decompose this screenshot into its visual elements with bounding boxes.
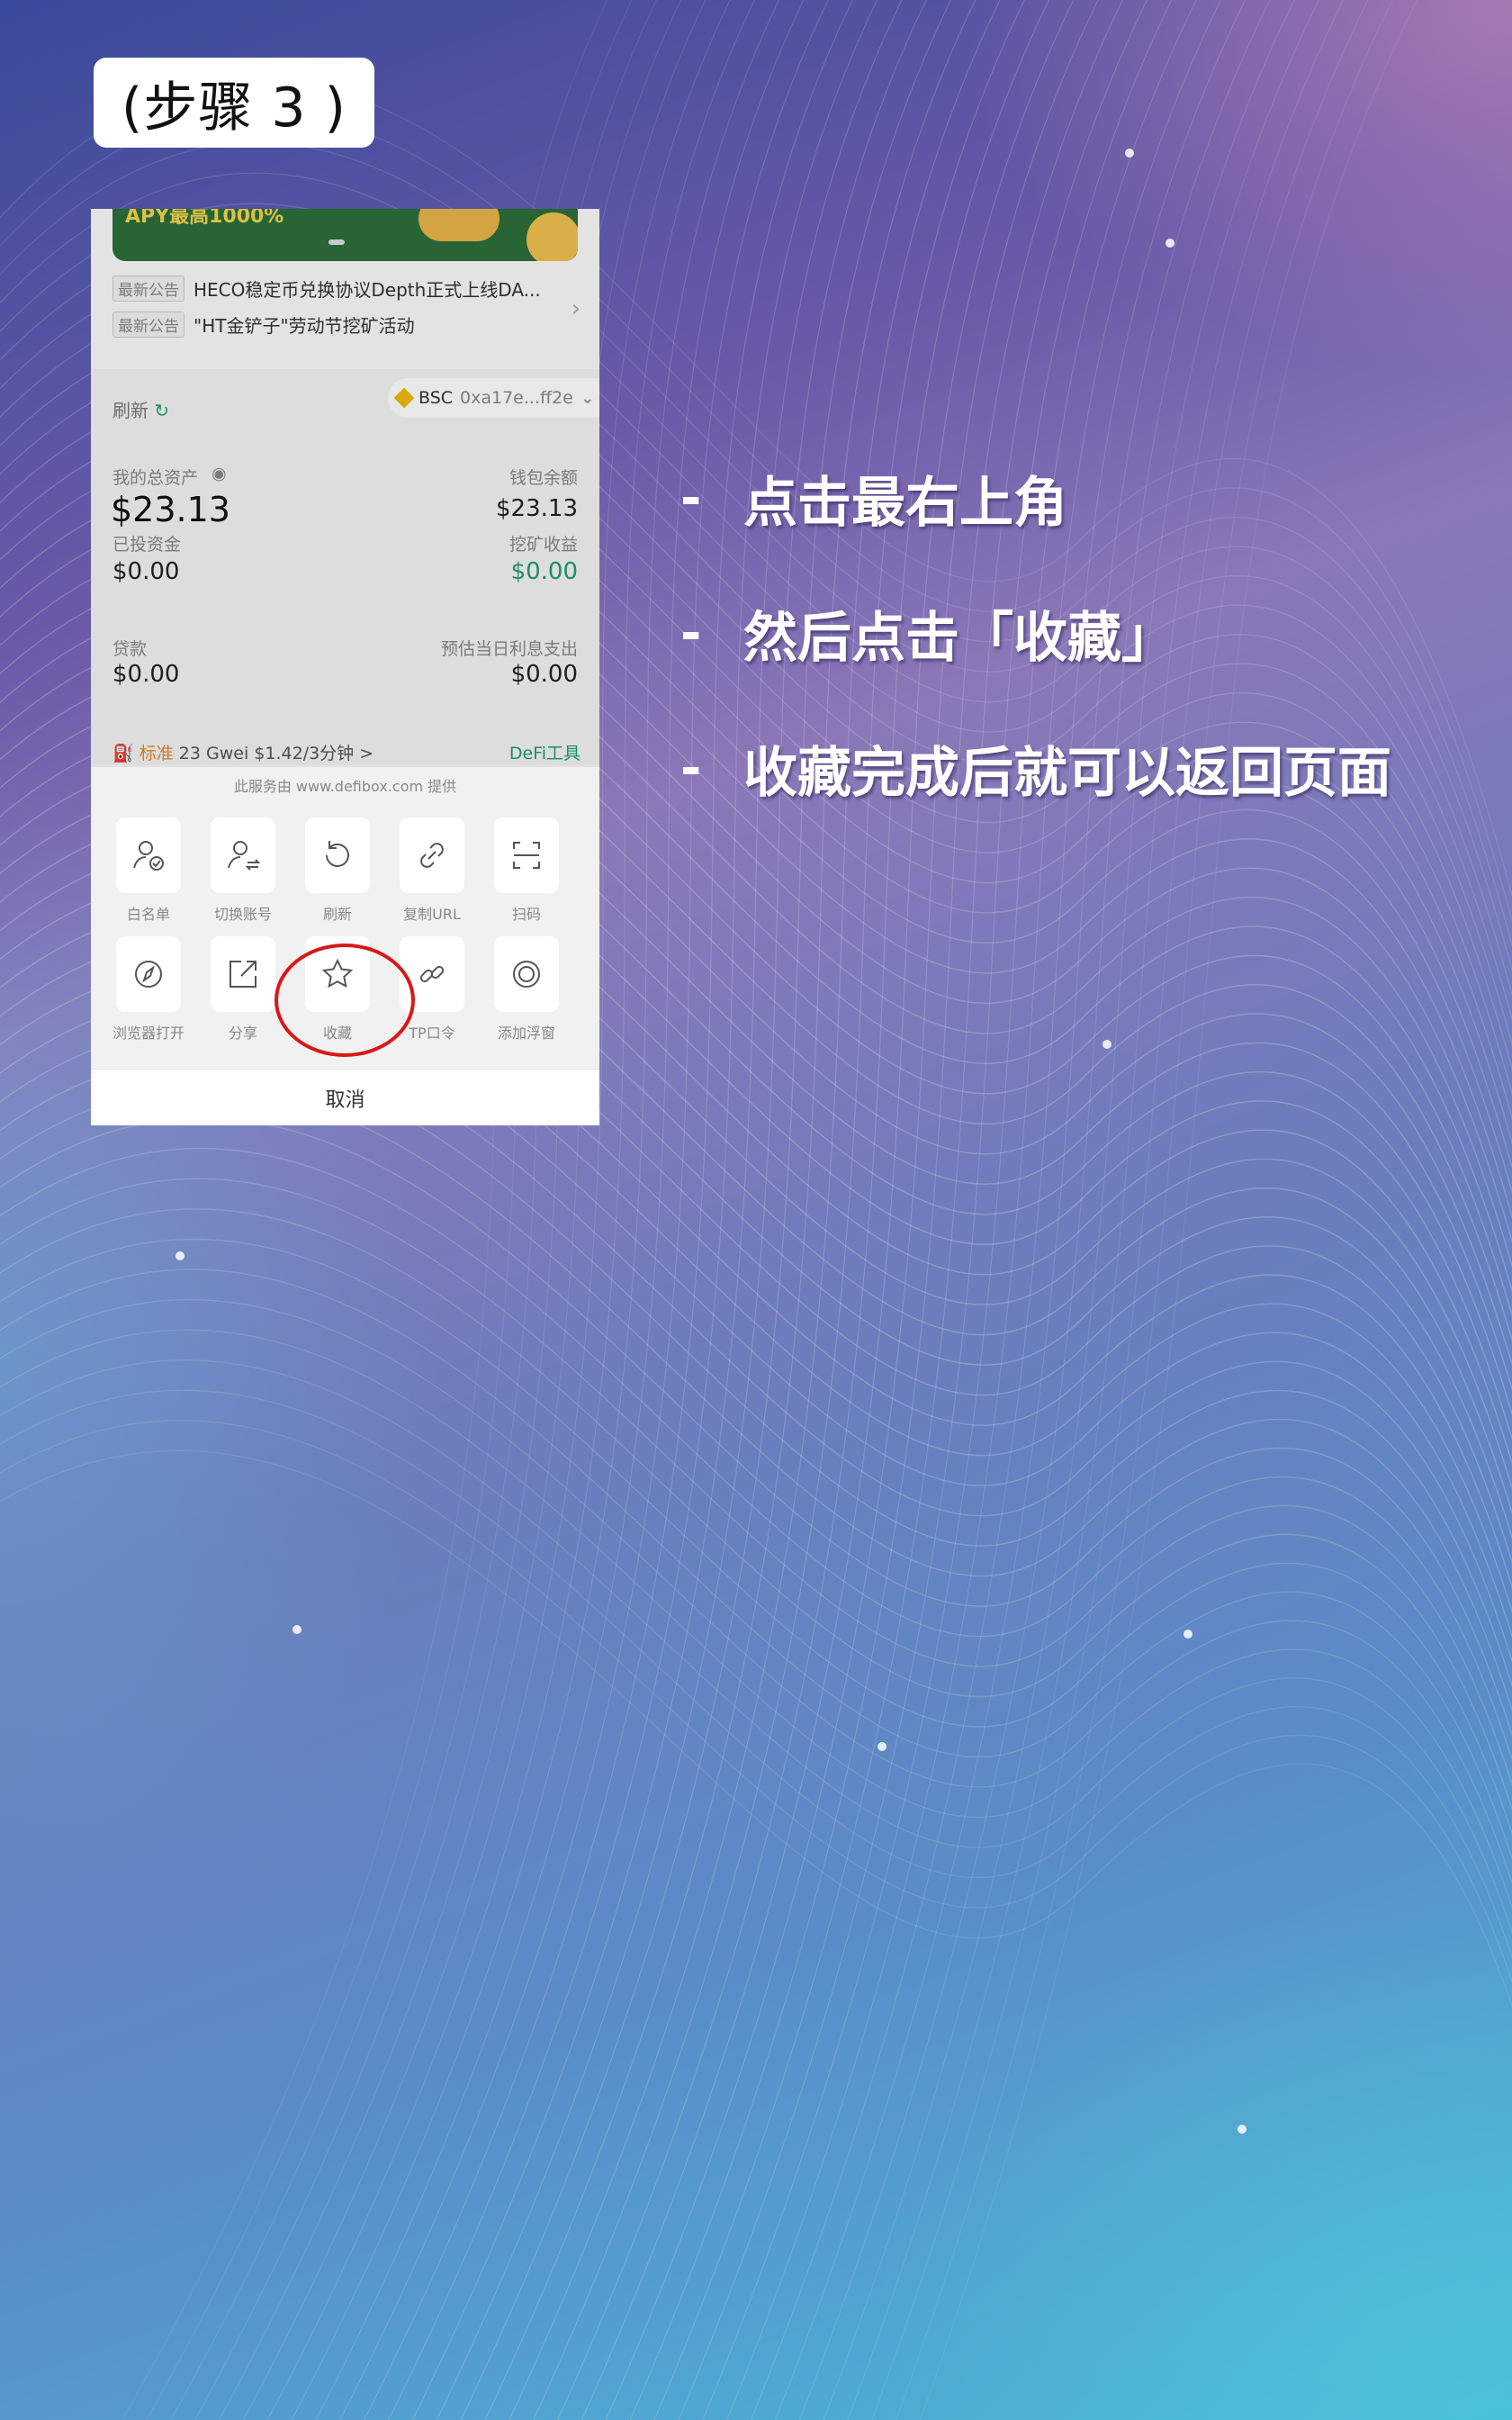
instruction-text: 然后点击「收藏」 xyxy=(743,606,1175,670)
action-share[interactable]: 分享 xyxy=(198,936,288,1043)
refresh-icon xyxy=(305,817,370,893)
action-open-browser[interactable]: 浏览器打开 xyxy=(104,936,194,1043)
action-label: 浏览器打开 xyxy=(112,1025,184,1042)
instruction-text: 点击最右上角 xyxy=(743,471,1067,535)
cancel-button[interactable]: 取消 xyxy=(91,1069,599,1125)
instruction-item: - 收藏完成后就可以返回页面 xyxy=(680,725,1490,811)
instruction-item: - 点击最右上角 xyxy=(680,455,1490,541)
instruction-text: 收藏完成后就可以返回页面 xyxy=(743,741,1391,805)
link-icon xyxy=(400,817,464,893)
action-copy-url[interactable]: 复制URL xyxy=(387,817,477,924)
float-window-icon xyxy=(494,936,559,1012)
action-label: 添加浮窗 xyxy=(497,1025,555,1042)
switch-account-icon xyxy=(211,817,275,893)
bullet-dash: - xyxy=(680,468,702,528)
action-label: 白名单 xyxy=(126,906,170,923)
share-icon xyxy=(211,936,275,1012)
provider-text: 此服务由 www.defibox.com 提供 xyxy=(233,778,457,795)
action-whitelist[interactable]: 白名单 xyxy=(104,817,194,924)
action-scan[interactable]: 扫码 xyxy=(482,817,572,924)
step-label: (步骤 3 ) xyxy=(94,58,374,148)
bullet-dash: - xyxy=(680,738,702,798)
highlight-circle xyxy=(274,944,415,1057)
action-label: 切换账号 xyxy=(213,906,272,923)
action-label: 复制URL xyxy=(403,906,461,923)
bullet-dash: - xyxy=(680,603,702,663)
compass-icon xyxy=(116,936,181,1012)
action-float-window[interactable]: 添加浮窗 xyxy=(482,936,572,1043)
action-label: 刷新 xyxy=(322,906,352,923)
instruction-list: - 点击最右上角 - 然后点击「收藏」 - 收藏完成后就可以返回页面 xyxy=(680,455,1490,860)
modal-overlay[interactable] xyxy=(91,209,599,767)
scan-icon xyxy=(494,817,559,893)
action-label: 扫码 xyxy=(511,906,541,923)
action-refresh[interactable]: 刷新 xyxy=(292,817,382,924)
instruction-item: - 然后点击「收藏」 xyxy=(680,590,1490,676)
action-label: 分享 xyxy=(228,1025,257,1042)
action-switch-account[interactable]: 切换账号 xyxy=(198,817,288,924)
whitelist-icon xyxy=(116,817,181,893)
